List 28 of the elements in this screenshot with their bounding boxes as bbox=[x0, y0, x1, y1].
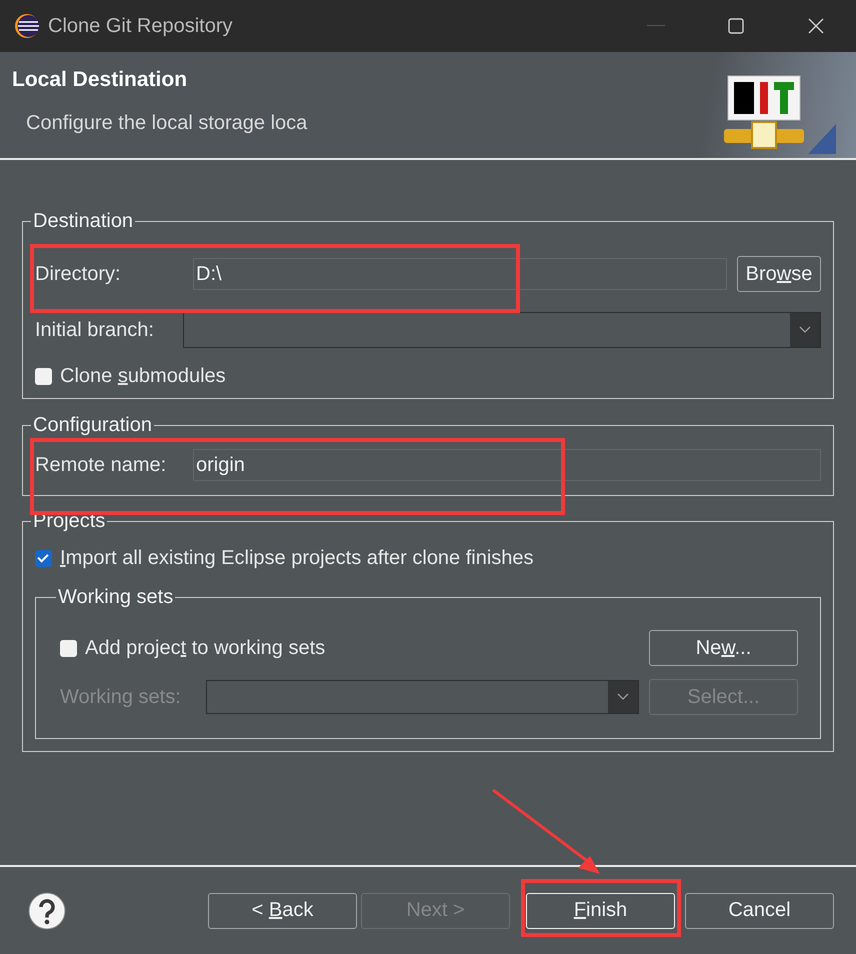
checkbox[interactable] bbox=[35, 550, 52, 566]
git-logo-icon bbox=[724, 74, 838, 156]
new-button[interactable]: New... bbox=[649, 630, 798, 666]
dialog-button[interactable]: Finish bbox=[526, 892, 675, 928]
eclipse-logo-icon bbox=[14, 13, 40, 39]
dialog-button[interactable]: Cancel bbox=[685, 892, 834, 928]
group-title: Working sets bbox=[57, 586, 174, 609]
checkbox-label[interactable]: Import all existing Eclipse projects after clone finishes bbox=[60, 546, 534, 570]
field-label: Directory: bbox=[35, 262, 122, 286]
page-title: Local Destination bbox=[12, 68, 188, 92]
dialog-button[interactable]: < Back bbox=[208, 892, 357, 928]
browse-button[interactable]: Browse bbox=[737, 256, 821, 292]
field-label: Remote name: bbox=[35, 454, 168, 476]
field-label: Initial branch: bbox=[35, 318, 155, 342]
checkbox-label[interactable]: Clone submodules bbox=[60, 364, 226, 388]
checkbox-label[interactable]: Add project to working sets bbox=[85, 636, 326, 660]
directory-field[interactable]: D:\ bbox=[193, 258, 727, 290]
close-icon[interactable] bbox=[808, 18, 824, 34]
field-label: Working sets: bbox=[60, 686, 182, 708]
remote-name-field[interactable]: origin bbox=[193, 449, 821, 481]
window-title: Clone Git Repository bbox=[48, 14, 234, 38]
maximize-icon[interactable] bbox=[728, 18, 744, 34]
checkbox[interactable] bbox=[60, 640, 77, 656]
group-title: Destination bbox=[32, 210, 134, 233]
checkbox[interactable] bbox=[35, 368, 52, 384]
help-icon[interactable] bbox=[28, 892, 66, 930]
page-description: Configure the local storage loca bbox=[26, 112, 308, 135]
group-title: Configuration bbox=[32, 414, 153, 437]
